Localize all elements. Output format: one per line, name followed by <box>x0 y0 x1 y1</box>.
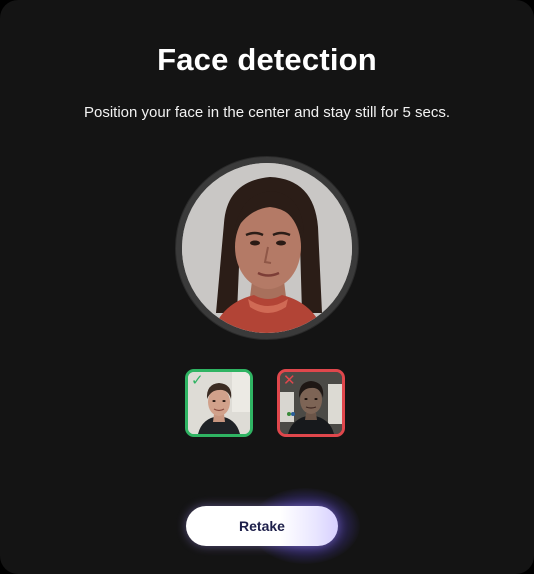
correct-example-thumbnail: ✓ <box>185 369 253 437</box>
face-detection-dialog: Face detection Position your face in the… <box>0 0 534 574</box>
camera-preview-frame <box>176 157 358 339</box>
retake-button[interactable]: Retake <box>186 506 338 546</box>
dialog-title: Face detection <box>157 42 377 77</box>
close-icon: ✕ <box>283 372 296 389</box>
incorrect-example-thumbnail: ✕ <box>277 369 345 437</box>
user-face-image <box>182 163 352 333</box>
instruction-text: Position your face in the center and sta… <box>83 104 450 121</box>
check-icon: ✓ <box>191 372 204 389</box>
camera-preview <box>182 163 352 333</box>
